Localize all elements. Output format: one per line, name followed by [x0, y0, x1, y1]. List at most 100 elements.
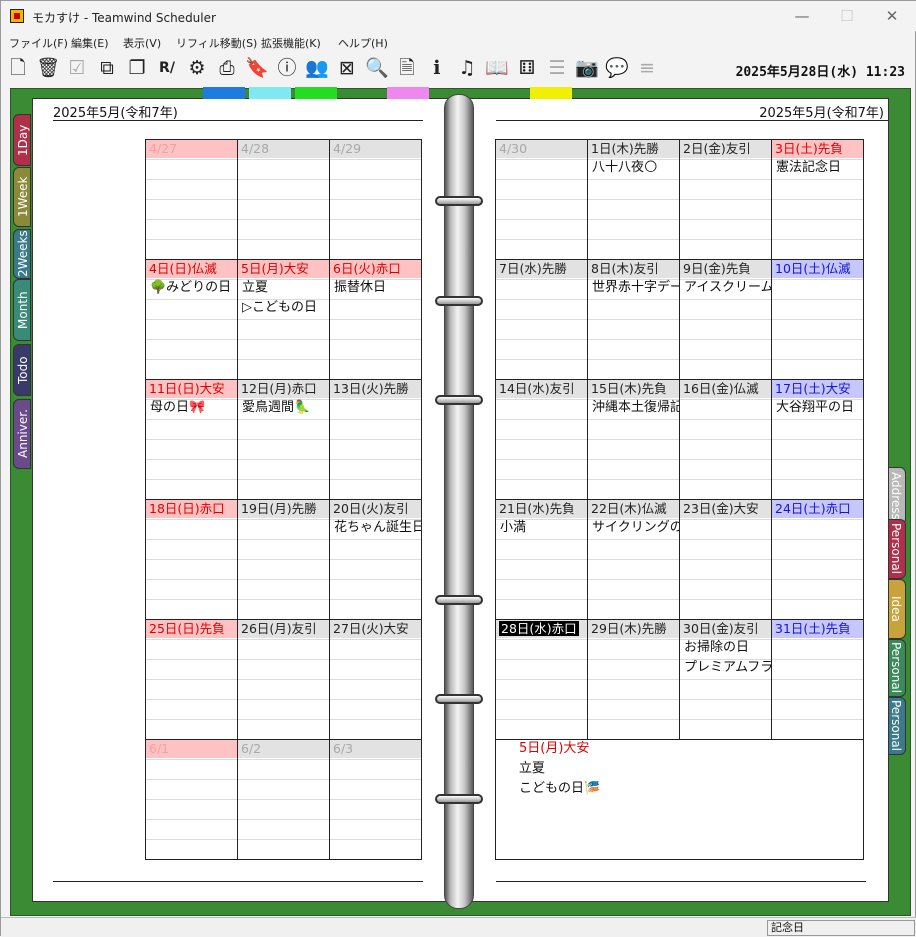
day-cell[interactable]: 6/2 [238, 740, 330, 860]
view-tab-anniver[interactable]: Anniver. [13, 399, 31, 469]
day-cell[interactable]: 5日(月)大安 立夏 ▷こどもの日 [238, 260, 330, 380]
gear-icon[interactable]: ⚙ [185, 56, 209, 80]
event-entry[interactable]: ▷こどもの日 [238, 298, 329, 318]
day-cell[interactable]: 18日(日)赤口 [146, 500, 238, 620]
menu-file[interactable]: ファイル(F) [9, 35, 68, 51]
event-entry[interactable]: 沖縄本土復帰記念日 [588, 398, 679, 418]
search-icon[interactable]: 🔍 [365, 56, 389, 80]
document-icon[interactable]: 🗎 [395, 56, 419, 80]
music-icon[interactable]: ♫ [455, 56, 479, 80]
users-icon[interactable]: 👥 [305, 56, 329, 80]
color-index-tab[interactable] [203, 87, 245, 99]
day-cell[interactable]: 4/30 [496, 140, 588, 260]
day-cell[interactable]: 22日(木)仏滅サイクリングの日 [588, 500, 680, 620]
view-tab-month[interactable]: Month [13, 279, 31, 341]
day-cell[interactable]: 15日(木)先負沖縄本土復帰記念日 [588, 380, 680, 500]
day-cell[interactable]: 23日(金)大安 [680, 500, 772, 620]
view-tab-todo[interactable]: Todo [13, 344, 31, 396]
day-cell[interactable]: 28日(水)赤口 [496, 620, 588, 740]
bookmark-icon[interactable]: 🔖 [245, 56, 269, 80]
day-cell[interactable]: 1日(木)先勝 八十八夜🌕 [588, 140, 680, 260]
align-icon[interactable]: ≡ [635, 56, 659, 80]
day-cell[interactable]: 7日(水)先勝 [496, 260, 588, 380]
day-cell[interactable]: 31日(土)先負 [772, 620, 864, 740]
refill-tab-personal[interactable]: Personal [888, 639, 906, 697]
list-icon[interactable]: ☰ [545, 56, 569, 80]
day-cell[interactable]: 20日(火)友引 花ちゃん誕生日 [330, 500, 422, 620]
view-tab-1week[interactable]: 1Week [13, 167, 31, 227]
day-cell[interactable]: 27日(火)大安 [330, 620, 422, 740]
event-entry[interactable]: プレミアムフライデー [680, 658, 771, 678]
day-cell[interactable]: 6/1 [146, 740, 238, 860]
puzzle-icon[interactable]: ⚅ [515, 56, 539, 80]
day-cell[interactable]: 2日(金)友引 [680, 140, 772, 260]
day-cell[interactable]: 11日(日)大安 母の日🎀 [146, 380, 238, 500]
color-index-tab[interactable] [387, 87, 429, 99]
chat-icon[interactable]: 💬 [605, 56, 629, 80]
event-entry[interactable]: 大谷翔平の日 [772, 398, 863, 418]
checkbox-icon[interactable]: ☑ [65, 56, 89, 80]
day-cell[interactable]: 9日(金)先負アイスクリームの日 [680, 260, 772, 380]
event-entry[interactable]: 小満 [496, 518, 587, 538]
delete-icon[interactable]: ⊠ [335, 56, 359, 80]
event-entry[interactable]: 🌳みどりの日 [146, 278, 237, 298]
day-cell[interactable]: 4/27 [146, 140, 238, 260]
day-cell[interactable]: 6/3 [330, 740, 422, 860]
day-cell[interactable]: 4/28 [238, 140, 330, 260]
camera-icon[interactable]: 📷 [575, 56, 599, 80]
event-entry[interactable]: サイクリングの日 [588, 518, 679, 538]
day-cell[interactable]: 13日(火)先勝 [330, 380, 422, 500]
menu-edit[interactable]: 編集(E) [71, 35, 109, 51]
refill-tab-address[interactable]: Address [888, 467, 906, 525]
event-entry[interactable]: お掃除の日 [680, 638, 771, 658]
day-cell[interactable]: 8日(木)友引 世界赤十字デー [588, 260, 680, 380]
day-cell[interactable]: 16日(金)仏滅 [680, 380, 772, 500]
event-entry[interactable]: 憲法記念日 [772, 158, 863, 178]
refill-tab-personal[interactable]: Personal [888, 519, 906, 579]
spellcheck-icon[interactable]: R/ [155, 56, 179, 80]
event-entry[interactable]: 花ちゃん誕生日 [330, 518, 421, 538]
event-entry[interactable]: 八十八夜🌕 [588, 158, 679, 178]
day-cell[interactable]: 4日(日)仏滅 🌳みどりの日 [146, 260, 238, 380]
day-cell[interactable]: 17日(土)大安 大谷翔平の日 [772, 380, 864, 500]
day-cell[interactable]: 21日(水)先負 小満 [496, 500, 588, 620]
help-icon[interactable]: ⓘ [275, 56, 299, 80]
menu-refill-move[interactable]: リフィル移動(S) [176, 35, 257, 51]
info-icon[interactable]: ℹ [425, 56, 449, 80]
day-cell[interactable]: 6日(火)赤口 振替休日 [330, 260, 422, 380]
day-cell[interactable]: 29日(木)先勝 [588, 620, 680, 740]
maximize-button[interactable]: ☐ [832, 5, 862, 27]
refill-tab-personal[interactable]: Personal [888, 697, 906, 755]
paste-icon[interactable]: ❐ [125, 56, 149, 80]
day-cell[interactable]: 12日(月)赤口 愛鳥週間🦜 [238, 380, 330, 500]
event-entry[interactable]: 立夏 [238, 278, 329, 298]
color-index-tab[interactable] [295, 87, 337, 99]
event-entry[interactable]: 愛鳥週間🦜 [238, 398, 329, 418]
day-cell[interactable]: 4/29 [330, 140, 422, 260]
refill-tab-idea[interactable]: Idea [888, 579, 906, 639]
minimize-button[interactable]: — [787, 5, 817, 27]
event-entry[interactable]: 振替休日 [330, 278, 421, 298]
event-entry[interactable]: 世界赤十字デー [588, 278, 679, 298]
book-icon[interactable]: 📖 [485, 56, 509, 80]
copy-icon[interactable]: ⧉ [95, 56, 119, 80]
menu-extensions[interactable]: 拡張機能(K) [261, 35, 321, 51]
day-cell[interactable]: 26日(月)友引 [238, 620, 330, 740]
menu-view[interactable]: 表示(V) [123, 35, 161, 51]
view-tab-1day[interactable]: 1Day [13, 114, 31, 166]
new-file-icon[interactable]: 🗋 [6, 56, 30, 80]
color-index-tab[interactable] [530, 87, 572, 99]
close-button[interactable]: ✕ [877, 5, 907, 27]
day-cell[interactable]: 10日(土)仏滅 [772, 260, 864, 380]
event-entry[interactable]: 母の日🎀 [146, 398, 237, 418]
view-tab-2weeks[interactable]: 2Weeks [13, 229, 31, 279]
day-cell[interactable]: 19日(月)先勝 [238, 500, 330, 620]
menu-help[interactable]: ヘルプ(H) [338, 35, 388, 51]
trash-icon[interactable]: 🗑 [36, 56, 60, 80]
day-cell[interactable]: 30日(金)友引お掃除の日プレミアムフライデー [680, 620, 772, 740]
day-cell[interactable]: 14日(水)友引 [496, 380, 588, 500]
event-entry[interactable]: アイスクリームの日 [680, 278, 771, 298]
day-cell[interactable]: 24日(土)赤口 [772, 500, 864, 620]
color-index-tab[interactable] [249, 87, 291, 99]
day-cell[interactable]: 3日(土)先負 憲法記念日 [772, 140, 864, 260]
